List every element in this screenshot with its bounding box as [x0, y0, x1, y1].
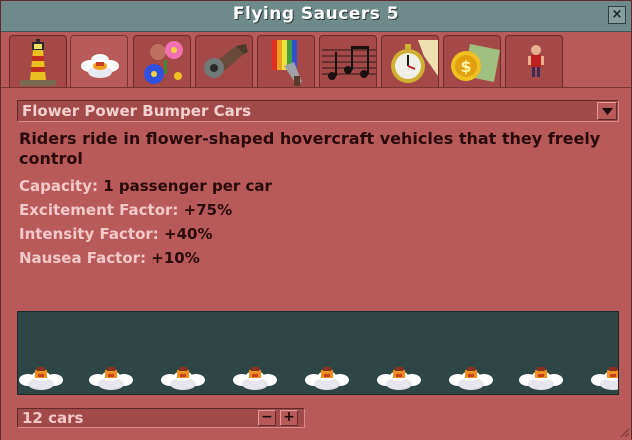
stat-intensity: Intensity Factor: +40% [19, 225, 213, 243]
tab-operating[interactable] [133, 35, 191, 87]
resize-grip-icon[interactable] [619, 427, 629, 437]
music-notes-icon [322, 46, 376, 80]
paint-brush-icon [272, 40, 302, 86]
guest-icon [528, 45, 544, 77]
car-count-value: 12 cars [22, 409, 84, 427]
stat-value: +10% [151, 249, 200, 267]
car-count-spinner[interactable]: 12 cars − + [17, 408, 305, 428]
stat-excitement: Excitement Factor: +75% [19, 201, 232, 219]
tab-main[interactable] [9, 35, 67, 87]
coin-icon: $ [451, 44, 500, 82]
vehicle-sprite [19, 367, 63, 390]
flower-car-icon [81, 54, 119, 78]
increase-cars-button[interactable]: + [280, 410, 298, 426]
stat-label: Capacity: [19, 177, 98, 195]
vehicle-sprite [449, 367, 493, 390]
vehicle-type-value: Flower Power Bumper Cars [22, 102, 252, 120]
stat-label: Nausea Factor: [19, 249, 147, 267]
vehicle-sprite [161, 367, 205, 390]
close-button[interactable]: × [608, 6, 626, 24]
vehicle-type-dropdown[interactable]: Flower Power Bumper Cars [17, 100, 619, 122]
vehicle-sprite [305, 367, 349, 390]
lighthouse-icon [20, 39, 56, 86]
tab-measurements[interactable] [381, 35, 439, 87]
vehicle-sprite [89, 367, 133, 390]
dropdown-arrow-button[interactable] [597, 102, 617, 120]
stat-value: 1 passenger per car [103, 177, 272, 195]
wrench-icon [204, 44, 248, 78]
vehicle-sprite [233, 367, 277, 390]
title-bar[interactable]: Flying Saucers 5 × [1, 1, 631, 32]
stat-nausea: Nausea Factor: +10% [19, 249, 200, 267]
window-title: Flying Saucers 5 [232, 4, 400, 24]
decrease-cars-button[interactable]: − [258, 410, 276, 426]
stat-capacity: Capacity: 1 passenger per car [19, 177, 272, 195]
tab-maintenance[interactable] [195, 35, 253, 87]
tab-vehicle[interactable] [70, 35, 128, 89]
flowers-icon [144, 41, 183, 84]
ride-window: Flying Saucers 5 × $ Flower Power Bumper… [0, 0, 632, 440]
tab-income[interactable]: $ [443, 35, 501, 87]
stat-value: +40% [164, 225, 213, 243]
tab-music[interactable] [319, 35, 377, 87]
vehicle-sprite [519, 367, 563, 390]
tab-customers[interactable] [505, 35, 563, 87]
vehicle-sprite [591, 367, 618, 390]
stat-label: Excitement Factor: [19, 201, 179, 219]
chevron-down-icon [602, 108, 613, 115]
vehicle-sprite [377, 367, 421, 390]
tab-colour[interactable] [257, 35, 315, 87]
stopwatch-icon [391, 40, 438, 83]
stat-label: Intensity Factor: [19, 225, 159, 243]
vehicle-description: Riders ride in flower-shaped hovercraft … [19, 129, 601, 168]
stat-value: +75% [183, 201, 233, 219]
vehicle-preview [17, 311, 619, 395]
svg-text:$: $ [460, 57, 471, 76]
